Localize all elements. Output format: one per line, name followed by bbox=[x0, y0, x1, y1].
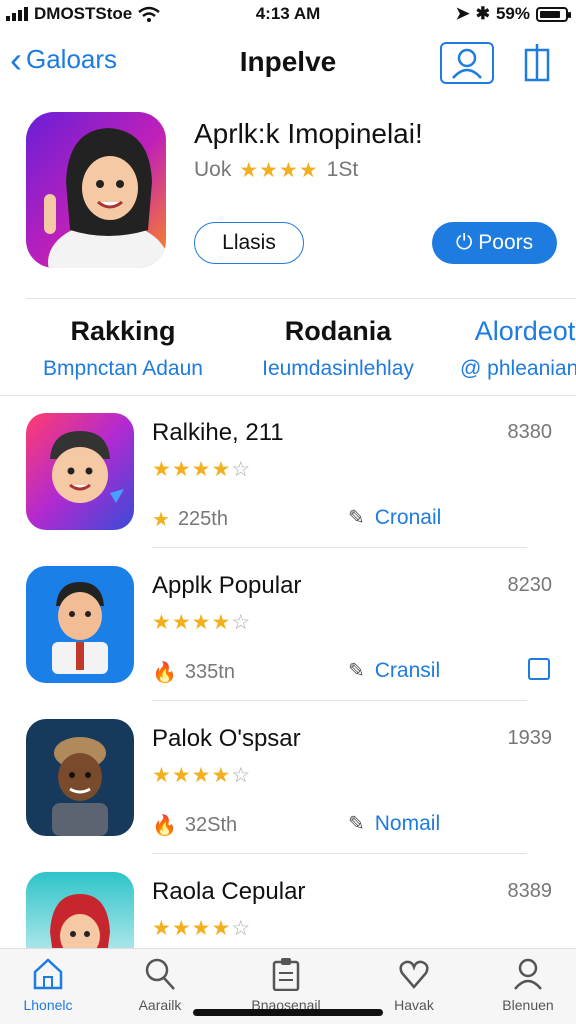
featured-app-icon[interactable] bbox=[26, 112, 166, 268]
app-meta-count: 335tn bbox=[184, 661, 235, 683]
list-item[interactable]: Applk Popular 8230 ★★★★☆ 🔥 335tn ✎ Cransil bbox=[0, 548, 576, 701]
pencil-icon: ✎ bbox=[348, 660, 365, 682]
primary-button[interactable]: ⏻ Poors bbox=[432, 222, 557, 264]
book-icon[interactable] bbox=[528, 658, 550, 680]
app-action[interactable]: ✎ Nomail bbox=[348, 811, 440, 836]
empty-star-icon: ☆ bbox=[231, 458, 252, 481]
rating-count: 1St bbox=[326, 158, 359, 181]
app-action[interactable]: ✎ Cronail bbox=[348, 505, 441, 530]
filled-stars: ★★★★ bbox=[152, 917, 232, 940]
app-price: 8230 bbox=[507, 574, 553, 596]
app-action-label: Cransil bbox=[374, 658, 441, 682]
profile-icon bbox=[514, 958, 542, 990]
status-bar: DMOSTStoe 4:13 AM ➤ ✱ 59% bbox=[0, 0, 576, 28]
filled-stars: ★★★★ bbox=[152, 611, 232, 634]
tab-label: Lhonelc bbox=[23, 997, 73, 1013]
app-name: Raola Cepular bbox=[152, 878, 306, 905]
filled-stars: ★★★★ bbox=[152, 458, 232, 481]
star-icon: ★ bbox=[152, 509, 170, 531]
battery-percent: 59% bbox=[495, 4, 530, 23]
app-name: Palok O'spsar bbox=[152, 725, 301, 752]
account-button[interactable] bbox=[440, 42, 494, 84]
empty-star-icon: ☆ bbox=[231, 611, 252, 634]
category-alordeot[interactable]: Alordeot @ phleanianu bbox=[440, 316, 576, 381]
location-icon: ➤ bbox=[455, 4, 470, 23]
navigation-bar: ‹ Galoars Inpelve bbox=[0, 38, 576, 90]
book-icon bbox=[524, 44, 550, 82]
app-price: 8389 bbox=[507, 880, 553, 902]
power-icon: ⏻ bbox=[455, 231, 479, 254]
tab-clipboard[interactable]: Bnaosenail bbox=[238, 957, 334, 1013]
battery-icon bbox=[536, 6, 571, 22]
category-subtitle: Bmpnctan Adaun bbox=[43, 357, 203, 380]
rating-label: Uok bbox=[194, 158, 232, 181]
app-action-label: Nomail bbox=[374, 811, 441, 835]
category-ranking[interactable]: Rakking Bmpnctan Adaun bbox=[38, 316, 208, 381]
search-icon bbox=[145, 958, 175, 990]
home-indicator[interactable] bbox=[193, 1009, 383, 1016]
category-rodania[interactable]: Rodania Ieumdasinlehlay bbox=[258, 316, 418, 381]
rating-stars: ★★★★ bbox=[239, 159, 319, 182]
app-meta: 🔥 32Sth bbox=[152, 813, 237, 838]
list-item[interactable]: Palok O'spsar 1939 ★★★★☆ 🔥 32Sth ✎ Nomail bbox=[0, 701, 576, 854]
app-action[interactable]: ✎ Cransil bbox=[348, 658, 440, 683]
tab-profile[interactable]: Blenuen bbox=[480, 957, 576, 1013]
app-icon bbox=[26, 413, 134, 530]
app-meta: ★ 225th bbox=[152, 507, 228, 532]
empty-star-icon: ☆ bbox=[231, 917, 252, 940]
share-button[interactable] bbox=[522, 42, 564, 84]
category-subtitle: Ieumdasinlehlay bbox=[262, 357, 414, 380]
app-meta: 🔥 335tn bbox=[152, 660, 235, 685]
app-name: Ralkihe, 211 bbox=[152, 419, 284, 446]
app-icon bbox=[26, 566, 134, 683]
tab-search[interactable]: Aarailk bbox=[112, 957, 208, 1013]
tab-label: Aarailk bbox=[138, 997, 182, 1013]
featured-app-rating: Uok ★★★★ 1St bbox=[194, 158, 358, 183]
app-icon bbox=[26, 719, 134, 836]
bluetooth-icon: ✱ bbox=[475, 4, 490, 23]
app-stars: ★★★★☆ bbox=[152, 610, 251, 635]
category-title: Alordeot bbox=[474, 316, 576, 346]
app-stars: ★★★★☆ bbox=[152, 916, 251, 941]
category-subtitle: @ phleanianu bbox=[460, 357, 576, 380]
clipboard-icon bbox=[272, 958, 300, 991]
empty-star-icon: ☆ bbox=[231, 764, 252, 787]
heart-icon bbox=[399, 960, 429, 989]
secondary-button[interactable]: Llasis bbox=[194, 222, 304, 264]
featured-app-title: Aprlk:k Imopinelai! bbox=[194, 118, 423, 149]
category-tabs: Rakking Bmpnctan Adaun Rodania Ieumdasin… bbox=[0, 300, 576, 395]
flame-icon: 🔥 bbox=[152, 815, 177, 837]
category-title: Rodania bbox=[284, 316, 392, 346]
app-price: 1939 bbox=[507, 727, 553, 749]
primary-button-label: Poors bbox=[478, 231, 534, 254]
pencil-icon: ✎ bbox=[348, 507, 365, 529]
app-price: 8380 bbox=[507, 421, 553, 443]
app-meta-count: 225th bbox=[177, 508, 228, 530]
featured-app: Aprlk:k Imopinelai! Uok ★★★★ 1St Llasis … bbox=[0, 112, 576, 282]
home-icon bbox=[33, 958, 63, 990]
tab-favorites[interactable]: Havak bbox=[366, 957, 462, 1013]
app-action-label: Cronail bbox=[374, 505, 442, 529]
tab-home[interactable]: Lhonelc bbox=[0, 957, 96, 1013]
filled-stars: ★★★★ bbox=[152, 764, 232, 787]
user-icon bbox=[452, 48, 482, 79]
flame-icon: 🔥 bbox=[152, 662, 177, 684]
pencil-icon: ✎ bbox=[348, 813, 365, 835]
app-stars: ★★★★☆ bbox=[152, 457, 251, 482]
category-title: Rakking bbox=[70, 316, 176, 346]
app-stars: ★★★★☆ bbox=[152, 763, 251, 788]
app-name: Applk Popular bbox=[152, 572, 302, 599]
app-meta-count: 32Sth bbox=[184, 814, 238, 836]
list-item[interactable]: Ralkihe, 211 8380 ★★★★☆ ★ 225th ✎ Cronail bbox=[0, 395, 576, 548]
tab-label: Havak bbox=[394, 997, 434, 1013]
divider bbox=[26, 298, 576, 299]
tab-label: Blenuen bbox=[502, 997, 554, 1013]
